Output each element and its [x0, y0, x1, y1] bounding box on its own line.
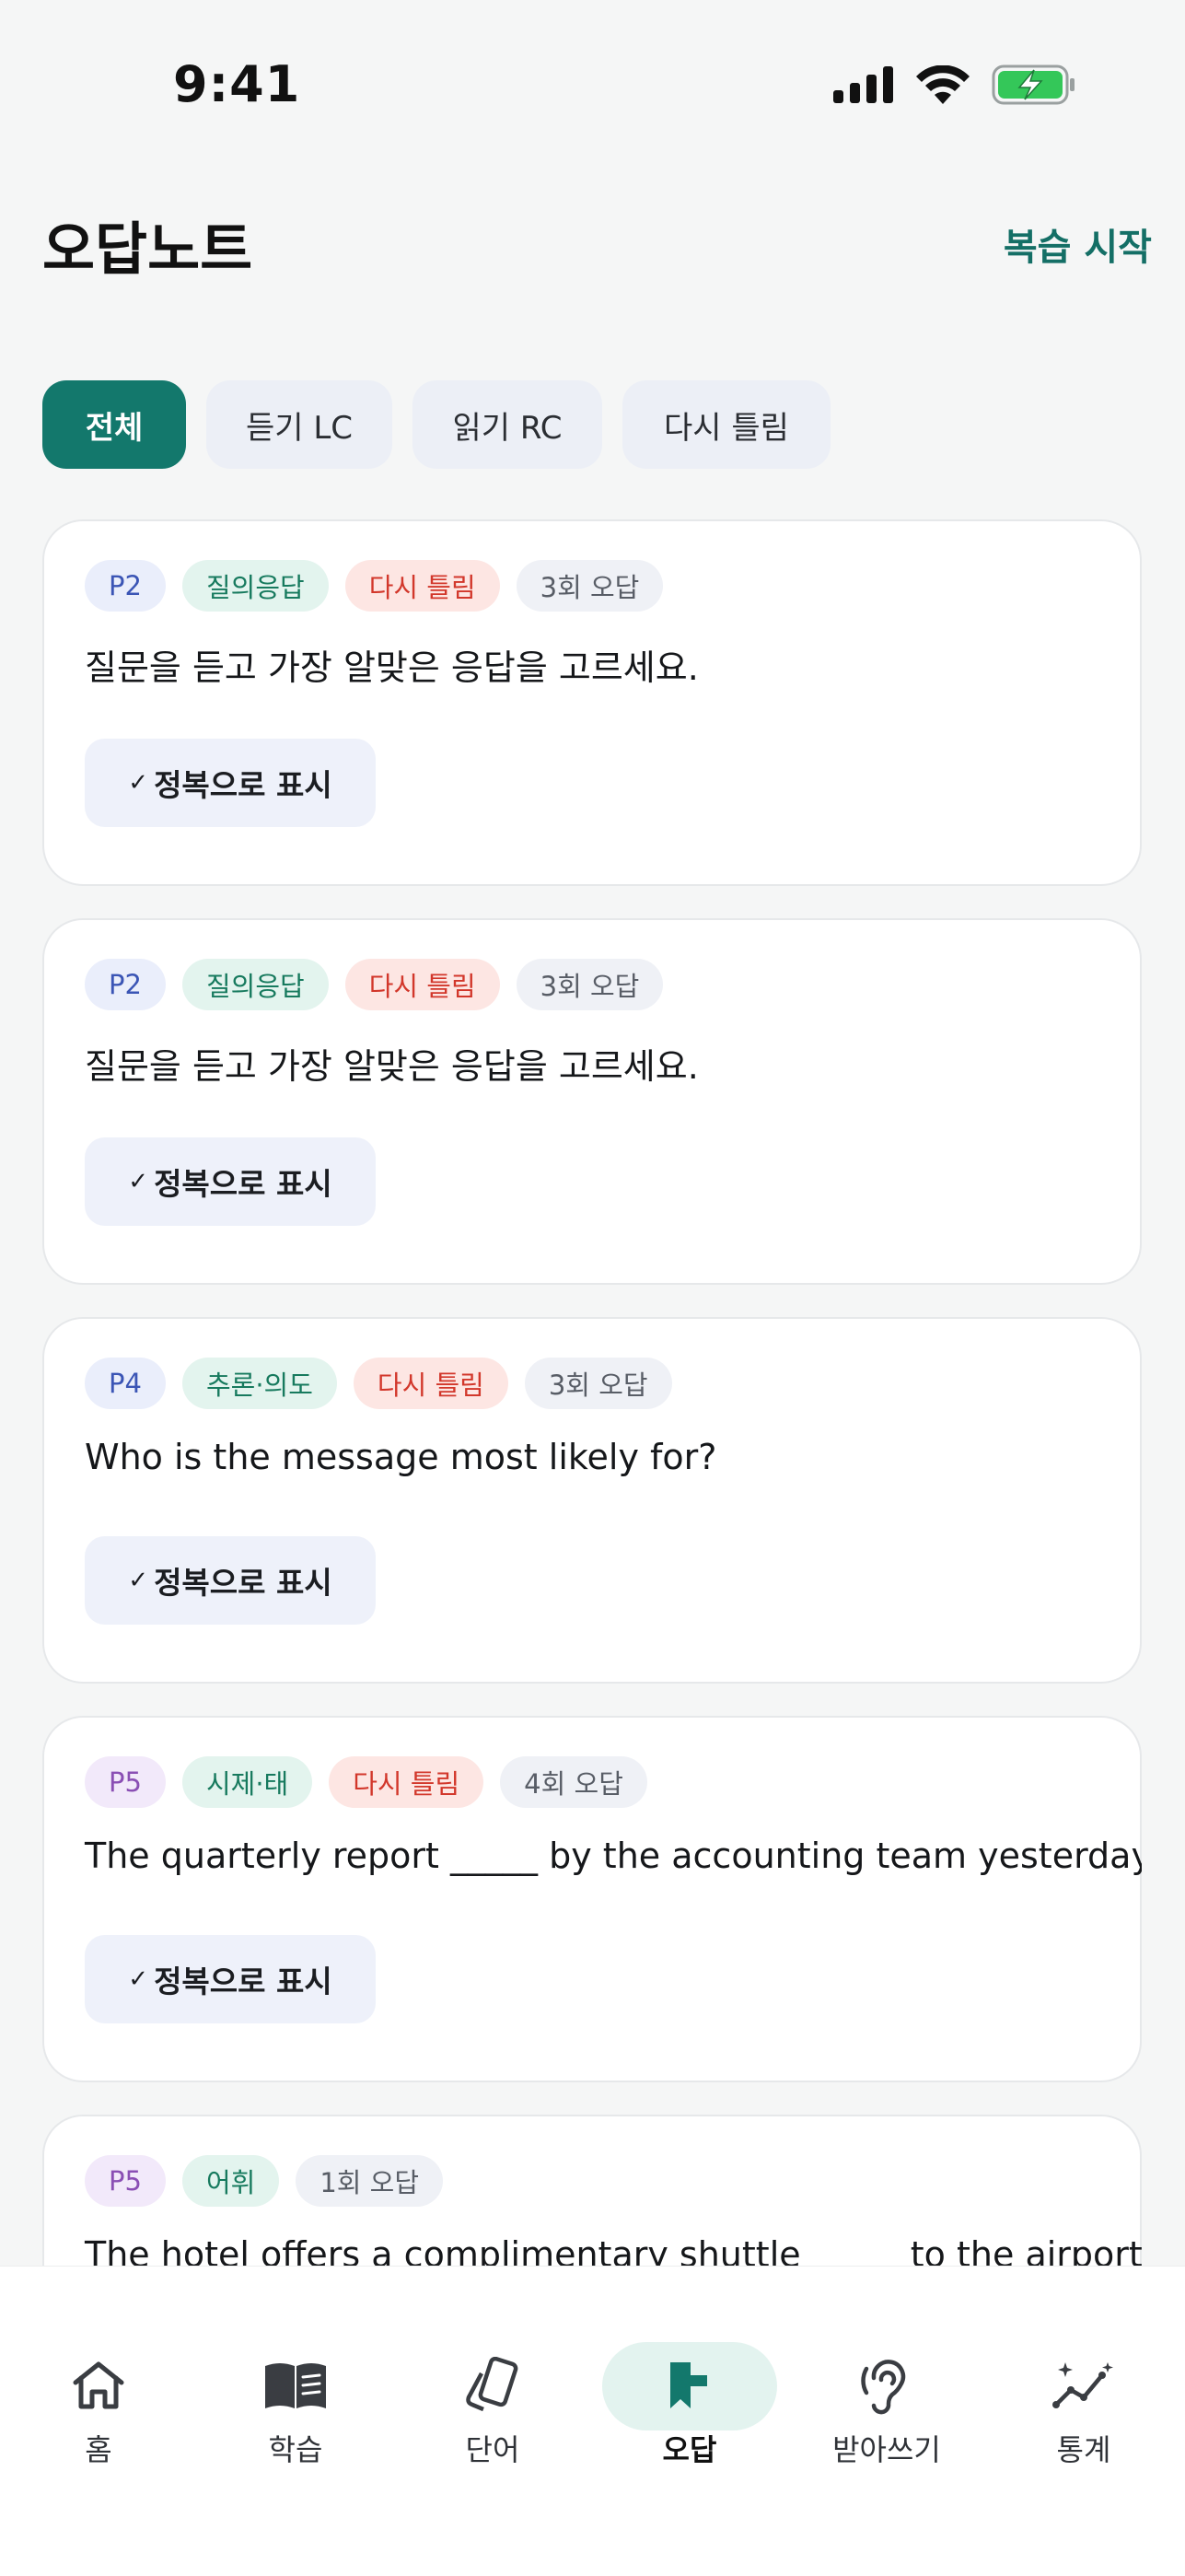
nav-label: 받아쓰기 [832, 2432, 941, 2467]
wrong-answer-list[interactable]: P2 질의응답 다시 틀림 3회 오답 질문을 듣고 가장 알맞은 응답을 고르… [42, 519, 1142, 2266]
category-badge: 질의응답 [181, 560, 329, 612]
ear-icon [861, 2355, 912, 2416]
nav-item-study[interactable]: 학습 [208, 2303, 383, 2469]
wrong-again-badge: 다시 틀림 [329, 1756, 484, 1808]
nav-item-home[interactable]: 홈 [11, 2303, 186, 2469]
nav-label: 단어 [465, 2432, 520, 2467]
filter-reading-tab[interactable]: 읽기 RC [412, 380, 602, 469]
mark-mastered-label: 정복으로 표시 [154, 1166, 332, 1202]
question-text: 질문을 듣고 가장 알맞은 응답을 고르세요. [85, 1046, 699, 1087]
card-badges: P2 질의응답 다시 틀림 3회 오답 [85, 959, 664, 1010]
mark-mastered-label: 정복으로 표시 [154, 767, 332, 803]
nav-item-words[interactable]: 단어 [405, 2303, 580, 2469]
filter-wrong-again-tab[interactable]: 다시 틀림 [622, 380, 831, 469]
filter-all-tab[interactable]: 전체 [42, 380, 186, 469]
part-badge: P2 [85, 560, 166, 612]
wrong-count-badge: 3회 오답 [516, 959, 664, 1010]
mark-mastered-label: 정복으로 표시 [154, 1565, 332, 1601]
category-badge: 어휘 [181, 2155, 280, 2207]
card-badges: P2 질의응답 다시 틀림 3회 오답 [85, 560, 664, 612]
nav-item-dictation[interactable]: 받아쓰기 [799, 2303, 974, 2469]
question-text: 질문을 듣고 가장 알맞은 응답을 고르세요. [85, 647, 699, 688]
nav-label: 학습 [268, 2432, 323, 2467]
card-badges: P4 추론·의도 다시 틀림 3회 오답 [85, 1358, 672, 1409]
header: 오답노트 복습 시작 [0, 193, 1185, 286]
nav-label: 오답 [662, 2432, 717, 2467]
part-badge: P5 [85, 1756, 166, 1808]
wrong-count-badge: 3회 오답 [516, 560, 664, 612]
nav-item-wrong-answers[interactable]: 오답 [602, 2303, 777, 2469]
wrong-count-badge: 1회 오답 [296, 2155, 444, 2207]
check-icon: ✓ [128, 1965, 149, 1993]
wrong-answer-card[interactable]: P2 질의응답 다시 틀림 3회 오답 질문을 듣고 가장 알맞은 응답을 고르… [42, 519, 1142, 886]
page-title: 오답노트 [42, 216, 253, 283]
question-text: The quarterly report _____ by the accoun… [85, 1836, 1142, 1876]
bookmark-flag-icon [667, 2355, 713, 2416]
card-badges: P5 시제·태 다시 틀림 4회 오답 [85, 1756, 647, 1808]
question-text: Who is the message most likely for? [85, 1437, 717, 1477]
wrong-count-badge: 3회 오답 [524, 1358, 672, 1409]
wrong-answer-card[interactable]: P5 시제·태 다시 틀림 4회 오답 The quarterly report… [42, 1716, 1142, 2082]
wrong-again-badge: 다시 틀림 [344, 560, 500, 612]
mark-mastered-button[interactable]: ✓ 정복으로 표시 [85, 1137, 376, 1226]
question-text: The hotel offers a complimentary shuttle… [85, 2234, 1142, 2266]
mark-mastered-button[interactable]: ✓ 정복으로 표시 [85, 1536, 376, 1625]
category-badge: 질의응답 [181, 959, 329, 1010]
wrong-again-badge: 다시 틀림 [353, 1358, 508, 1409]
signal-icon [833, 66, 893, 103]
check-icon: ✓ [128, 769, 149, 797]
check-icon: ✓ [128, 1168, 149, 1195]
battery-charging-icon [992, 64, 1075, 105]
stats-sparkle-icon [1052, 2355, 1115, 2416]
book-icon [263, 2355, 328, 2416]
wrong-answer-card[interactable]: P2 질의응답 다시 틀림 3회 오답 질문을 듣고 가장 알맞은 응답을 고르… [42, 918, 1142, 1285]
part-badge: P4 [85, 1358, 166, 1409]
nav-label: 통계 [1056, 2432, 1111, 2467]
card-badges: P5 어휘 1회 오답 [85, 2155, 444, 2207]
wrong-count-badge: 4회 오답 [500, 1756, 647, 1808]
part-badge: P2 [85, 959, 166, 1010]
status-time: 9:41 [173, 55, 301, 113]
mark-mastered-label: 정복으로 표시 [154, 1964, 332, 1999]
category-badge: 시제·태 [181, 1756, 313, 1808]
status-bar: 9:41 [0, 0, 1185, 138]
wrong-answer-card[interactable]: P5 어휘 1회 오답 The hotel offers a complimen… [42, 2115, 1142, 2266]
status-icons [833, 64, 1076, 105]
nav-label: 홈 [85, 2432, 112, 2467]
check-icon: ✓ [128, 1567, 149, 1594]
category-badge: 추론·의도 [181, 1358, 337, 1409]
cards-icon [463, 2355, 522, 2416]
wrong-answer-card[interactable]: P4 추론·의도 다시 틀림 3회 오답 Who is the message … [42, 1317, 1142, 1684]
bottom-nav: 홈 학습 단어 오답 받아쓰기 통계 [0, 2266, 1185, 2576]
filter-tabs: 전체 듣기 LC 읽기 RC 다시 틀림 [42, 380, 831, 469]
home-icon [72, 2355, 125, 2416]
part-badge: P5 [85, 2155, 166, 2207]
wrong-again-badge: 다시 틀림 [344, 959, 500, 1010]
nav-item-stats[interactable]: 통계 [996, 2303, 1171, 2469]
mark-mastered-button[interactable]: ✓ 정복으로 표시 [85, 739, 376, 827]
wifi-icon [916, 65, 970, 104]
filter-listening-tab[interactable]: 듣기 LC [206, 380, 392, 469]
start-review-button[interactable]: 복습 시작 [1004, 217, 1152, 271]
mark-mastered-button[interactable]: ✓ 정복으로 표시 [85, 1935, 376, 2023]
